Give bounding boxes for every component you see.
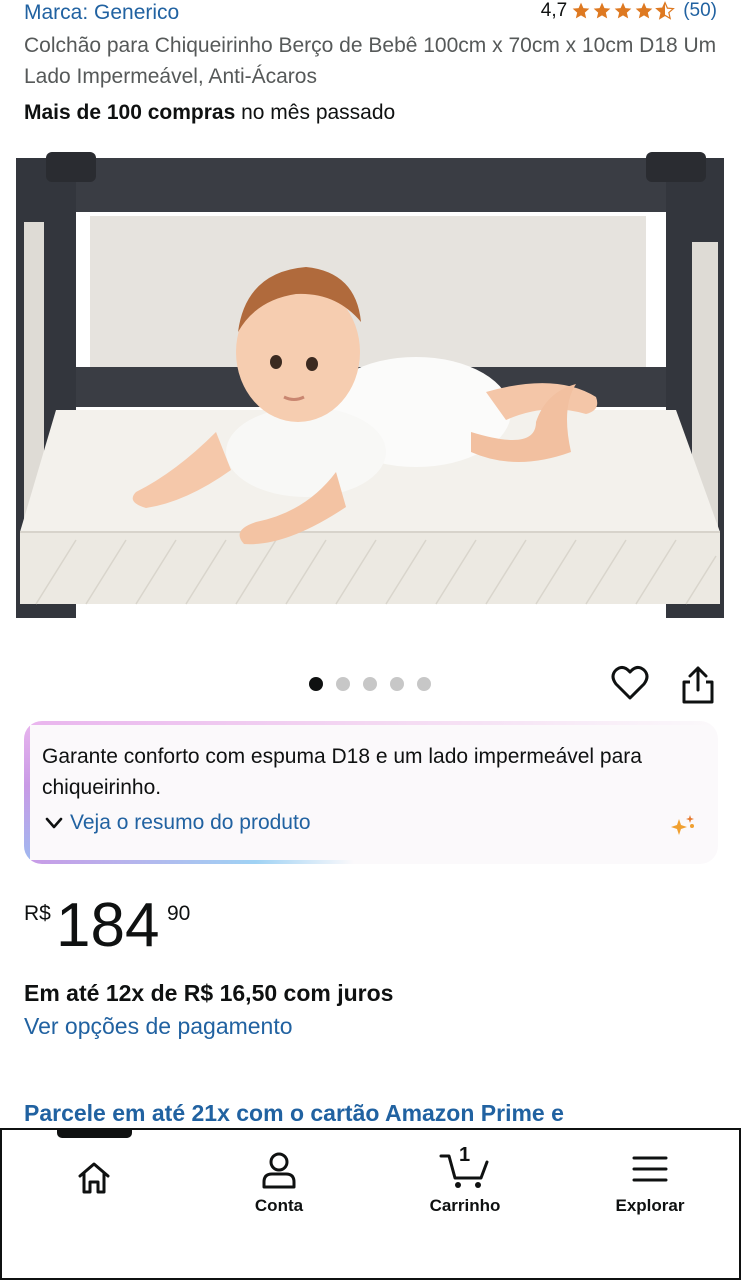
- price-whole: 184: [56, 891, 160, 960]
- star-full-icon: [614, 2, 632, 19]
- summary-gradient-left: [24, 721, 30, 864]
- share-icon: [682, 666, 714, 704]
- gallery-dot[interactable]: [363, 677, 377, 691]
- star-full-icon: [635, 2, 653, 19]
- installments-info: Em até 12x de R$ 16,50 com juros: [24, 980, 394, 1006]
- rating-count[interactable]: (50): [683, 0, 717, 22]
- nav-cart-label: Carrinho: [429, 1196, 501, 1215]
- purchases-period: no mês passado: [235, 101, 396, 124]
- menu-icon: [632, 1156, 668, 1182]
- star-full-icon: [572, 2, 590, 19]
- gallery-dot[interactable]: [390, 677, 404, 691]
- brand-rating-row: Marca: Generico 4,7 (50): [0, 0, 741, 28]
- nav-explore-label: Explorar: [615, 1196, 685, 1215]
- gallery-dot[interactable]: [309, 677, 323, 691]
- person-icon: [262, 1152, 296, 1189]
- star-full-icon: [593, 2, 611, 19]
- nav-account[interactable]: Conta: [199, 1150, 359, 1220]
- prime-card-link[interactable]: Parcele em até 21x com o cartão Amazon P…: [24, 1100, 564, 1127]
- gallery-dot[interactable]: [417, 677, 431, 691]
- heart-icon: [611, 665, 649, 700]
- nav-active-indicator: [57, 1130, 132, 1138]
- chevron-down-icon: [45, 817, 63, 829]
- rating[interactable]: 4,7 (50): [541, 0, 717, 22]
- summary-gradient-bottom: [24, 860, 354, 864]
- see-summary-label: Veja o resumo do produto: [70, 811, 311, 834]
- rating-value: 4,7: [540, 0, 568, 21]
- nav-explore[interactable]: Explorar: [570, 1150, 730, 1220]
- summary-text: Garante conforto com espuma D18 e um lad…: [42, 745, 642, 799]
- product-photo: [16, 152, 724, 620]
- gallery-pagination: [309, 677, 431, 691]
- star-half-icon: [655, 1, 676, 20]
- rating-stars: [571, 1, 676, 21]
- home-icon: [78, 1162, 110, 1194]
- payment-options-link[interactable]: Ver opções de pagamento: [24, 1013, 293, 1040]
- product-summary-card: Garante conforto com espuma D18 e um lad…: [24, 721, 718, 864]
- bottom-nav: Conta 1 Carrinho Explorar: [0, 1128, 741, 1280]
- purchases-count: Mais de 100 compras: [24, 101, 236, 124]
- purchases-info: Mais de 100 compras no mês passado: [24, 101, 395, 125]
- product-image[interactable]: [16, 152, 724, 620]
- nav-account-label: Conta: [254, 1196, 304, 1215]
- nav-home[interactable]: [14, 1158, 174, 1228]
- sparkle-icon: [671, 815, 694, 835]
- cart-count: 1: [459, 1144, 471, 1166]
- nav-cart[interactable]: 1 Carrinho: [385, 1144, 545, 1220]
- brand-link[interactable]: Marca: Generico: [24, 1, 179, 25]
- share-button[interactable]: [678, 664, 718, 706]
- price-fraction: 90: [167, 902, 191, 925]
- summary-gradient-top: [24, 721, 718, 725]
- gallery-dot[interactable]: [336, 677, 350, 691]
- product-title: Colchão para Chiqueirinho Berço de Bebê …: [24, 34, 717, 88]
- price-currency: R$: [24, 902, 51, 925]
- see-summary-link[interactable]: Veja o resumo do produto: [44, 811, 311, 835]
- add-to-list-button[interactable]: [610, 664, 650, 704]
